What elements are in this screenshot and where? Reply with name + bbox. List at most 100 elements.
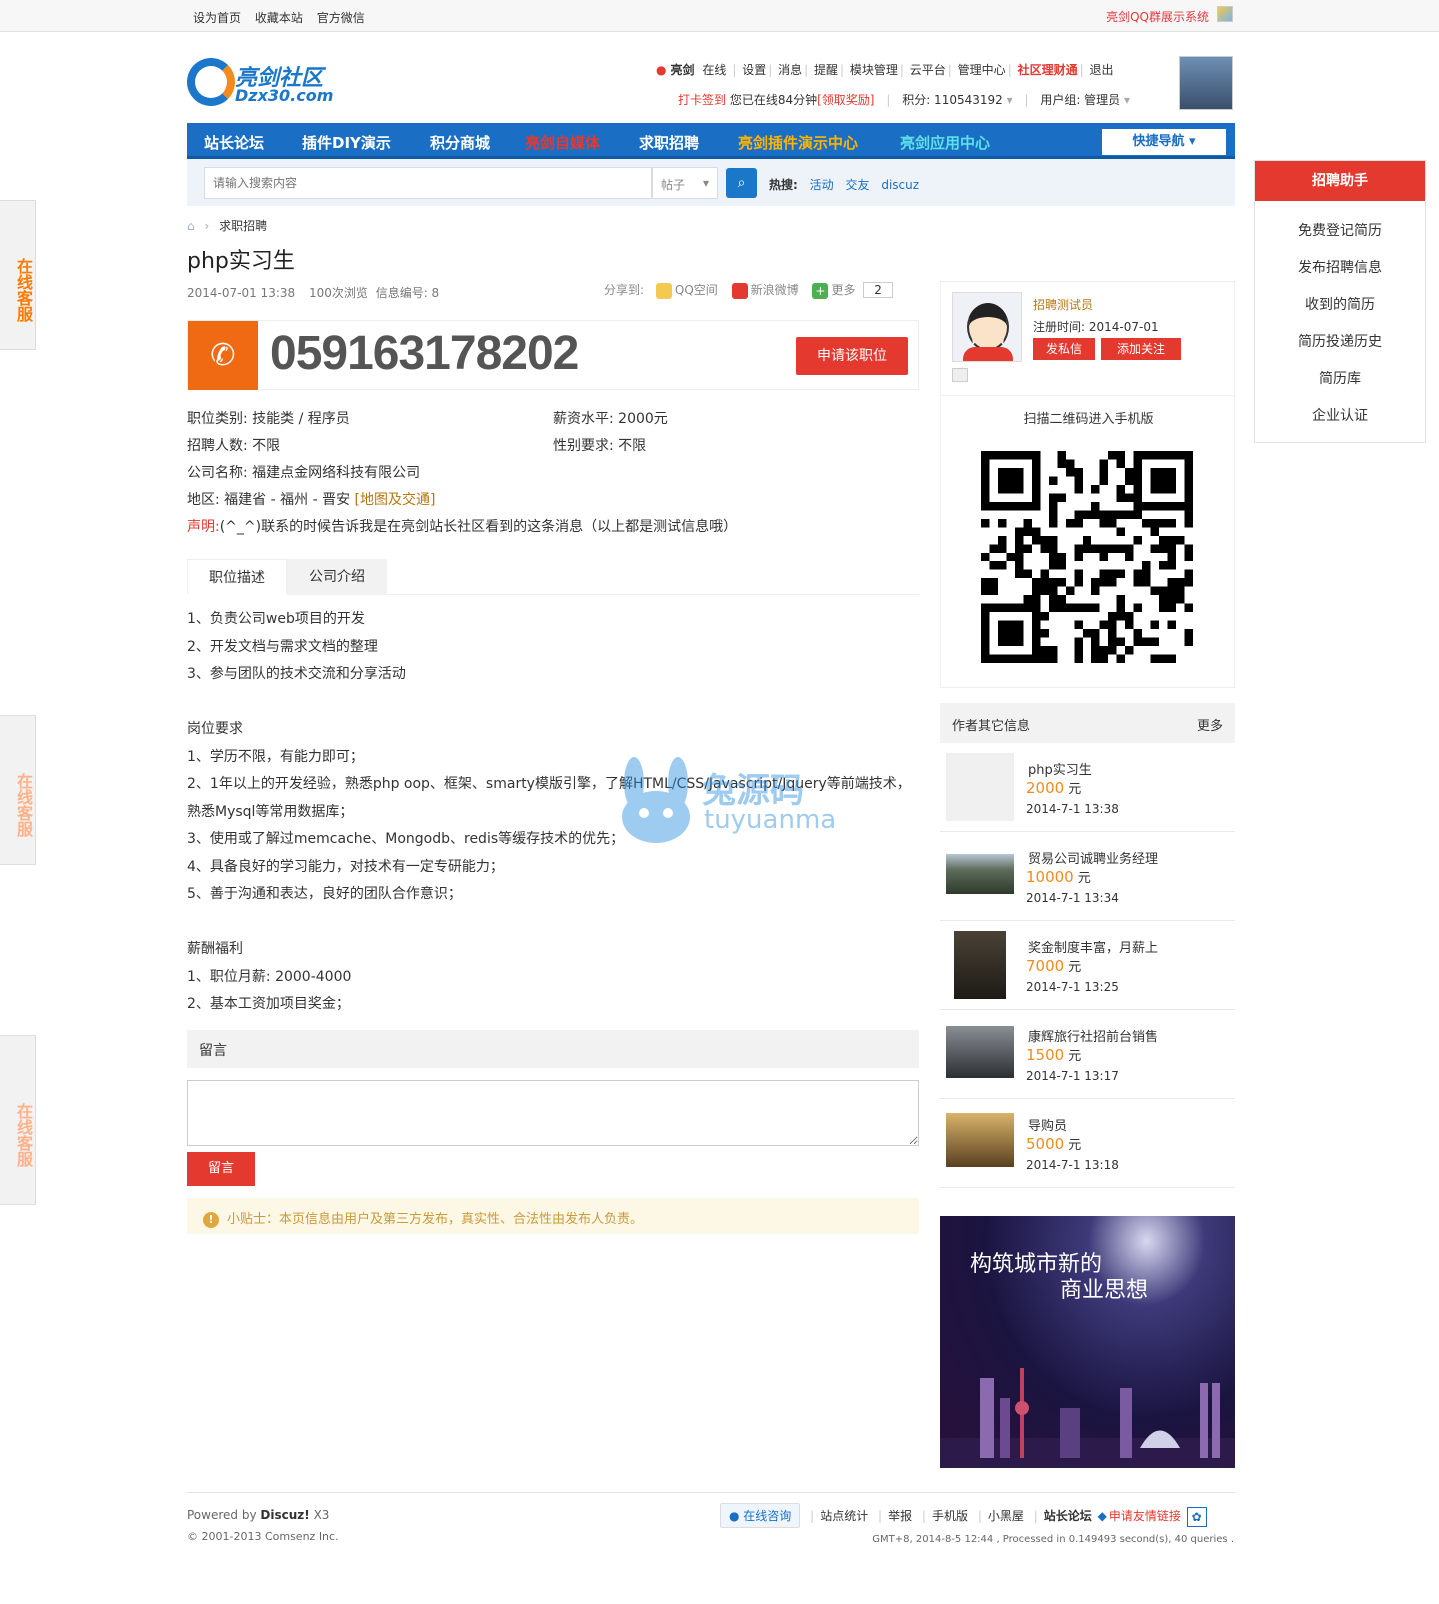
bookmark-link[interactable]: 收藏本站 (255, 11, 303, 25)
qzone-icon (655, 282, 672, 299)
breadcrumb: ⌂ › 求职招聘 (187, 217, 267, 234)
desc-line: 4、具备良好的学习能力，对技术有一定专研能力； (187, 858, 504, 875)
thumbnail (954, 931, 1006, 999)
post-meta: 2014-07-01 13:38 100次浏览 信息编号: 8 (187, 284, 439, 301)
discuz-link[interactable]: Discuz! (260, 1508, 309, 1522)
qq-group-icon[interactable] (1217, 6, 1233, 22)
footer-forum-link[interactable]: 站长论坛 (1044, 1509, 1092, 1523)
main-nav: 站长论坛 插件DIY演示 积分商城 亮剑自媒体 求职招聘 亮剑插件演示中心 亮剑… (187, 123, 1235, 159)
qr-code (981, 451, 1193, 663)
author-avatar[interactable] (952, 292, 1022, 362)
chevron-down-icon: ▾ (1002, 93, 1013, 107)
assistant-item[interactable]: 发布招聘信息 (1255, 250, 1425, 287)
share-weibo[interactable]: 新浪微博 (751, 283, 799, 297)
footer-link[interactable]: 手机版 (932, 1509, 968, 1523)
send-message-button[interactable]: 发私信 (1033, 338, 1095, 360)
username[interactable]: 亮剑 (670, 63, 694, 77)
map-link[interactable]: [地图及交通] (355, 492, 436, 508)
baidu-paw-icon[interactable]: ✿ (1186, 1506, 1207, 1527)
list-item[interactable]: 导购员 5000 元 2014-7-1 13:18 (940, 1099, 1235, 1188)
other-more-link[interactable]: 更多 (1197, 715, 1223, 734)
nav-item[interactable]: 插件DIY演示 (302, 132, 391, 153)
admin-center-link[interactable]: 管理中心 (958, 63, 1006, 77)
nav-item[interactable]: 站长论坛 (204, 132, 264, 153)
search-input[interactable] (204, 167, 652, 199)
checkin-link[interactable]: 打卡签到 (678, 93, 726, 107)
breadcrumb-current[interactable]: 求职招聘 (219, 219, 267, 233)
points-menu[interactable]: 积分: 110543192 (902, 93, 1003, 107)
list-item[interactable]: 奖金制度丰富，月薪上 7000 元 2014-7-1 13:25 (940, 921, 1235, 1010)
online-consult-button[interactable]: ● 在线咨询 (720, 1503, 801, 1528)
ad-banner[interactable]: 构筑城市新的 商业思想 (940, 1216, 1235, 1468)
list-item[interactable]: php实习生 2000 元 2014-7-1 13:38 (940, 743, 1235, 832)
comment-submit-button[interactable]: 留言 (187, 1152, 255, 1186)
usergroup-menu[interactable]: 用户组: 管理员 (1040, 93, 1120, 107)
friend-link-apply[interactable]: 申请友情链接 (1109, 1509, 1181, 1523)
cloud-platform-link[interactable]: 云平台 (910, 63, 946, 77)
footer-divider (187, 1492, 1235, 1493)
phone-box: ✆ 059163178202 申请该职位 (187, 320, 919, 390)
user-avatar[interactable] (1179, 56, 1233, 110)
desc-line (187, 909, 917, 937)
tip-text: 小贴士：本页信息由用户及第三方发布，真实性、合法性由发布人负责。 (227, 1212, 644, 1227)
caret-down-icon: ▾ (702, 176, 709, 190)
hot-search-link[interactable]: 交友 (845, 178, 869, 192)
assistant-item[interactable]: 企业认证 (1255, 398, 1425, 435)
set-homepage-link[interactable]: 设为首页 (193, 11, 241, 25)
module-manage-link[interactable]: 模块管理 (850, 63, 898, 77)
online-service-tab[interactable]: 在线客服 (0, 715, 36, 865)
assistant-item[interactable]: 免费登记简历 (1255, 213, 1425, 250)
claim-reward-link[interactable]: [领取奖励] (817, 93, 874, 107)
home-icon[interactable]: ⌂ (187, 219, 195, 233)
nav-item[interactable]: 亮剑应用中心 (900, 132, 990, 153)
messages-link[interactable]: 消息 (778, 63, 802, 77)
finance-link[interactable]: 社区理财通 (1018, 63, 1078, 77)
weibo-icon (731, 282, 748, 299)
chat-icon: ● (729, 1509, 744, 1523)
qq-group-link[interactable]: 亮剑QQ群展示系统 (1106, 8, 1209, 25)
hot-search-link[interactable]: discuz (881, 178, 919, 192)
logout-link[interactable]: 退出 (1089, 63, 1113, 77)
online-service-tab[interactable]: 在线客服 (0, 1035, 36, 1205)
info-number: 信息编号: 8 (375, 286, 440, 300)
search-button[interactable]: ⌕ (726, 168, 757, 198)
list-item[interactable]: 康辉旅行社招前台销售 1500 元 2014-7-1 13:17 (940, 1010, 1235, 1099)
search-icon: ⌕ (737, 175, 746, 191)
hot-search-link[interactable]: 活动 (810, 178, 834, 192)
assistant-item[interactable]: 简历库 (1255, 361, 1425, 398)
footer-link[interactable]: 举报 (888, 1509, 912, 1523)
nav-item[interactable]: 亮剑自媒体 (525, 132, 600, 153)
list-item[interactable]: 贸易公司诚聘业务经理 10000 元 2014-7-1 13:34 (940, 832, 1235, 921)
nav-item[interactable]: 求职招聘 (639, 132, 699, 153)
settings-link[interactable]: 设置 (742, 63, 766, 77)
comment-input[interactable] (187, 1080, 919, 1146)
share-more[interactable]: 更多 (831, 283, 855, 297)
view-count: 100次浏览 (308, 286, 368, 300)
desc-line (187, 689, 917, 717)
tab-company-intro[interactable]: 公司介绍 (287, 559, 387, 595)
assistant-item[interactable]: 简历投递历史 (1255, 324, 1425, 361)
online-time: 您已在线84分钟 (729, 93, 818, 107)
search-type-select[interactable]: 帖子 ▾ (652, 167, 718, 199)
follow-button[interactable]: 添加关注 (1101, 338, 1181, 360)
assistant-item[interactable]: 收到的简历 (1255, 287, 1425, 324)
author-name[interactable]: 招聘测试员 (1033, 296, 1093, 313)
tab-job-description[interactable]: 职位描述 (187, 559, 287, 595)
share-qzone[interactable]: QQ空间 (675, 283, 718, 297)
quick-nav-button[interactable]: 快捷导航 ▾ (1102, 129, 1226, 155)
apply-job-button[interactable]: 申请该职位 (796, 337, 908, 375)
footer-link[interactable]: 小黑屋 (988, 1509, 1024, 1523)
top-links: 设为首页 收藏本站 官方微信 (193, 9, 365, 26)
company-name: 公司名称: 福建点金网络科技有限公司 (187, 465, 421, 481)
desc-line: 岗位要求 (187, 721, 243, 737)
nav-item[interactable]: 亮剑插件演示中心 (738, 132, 858, 153)
wechat-link[interactable]: 官方微信 (317, 11, 365, 25)
notifications-link[interactable]: 提醒 (814, 63, 838, 77)
job-salary: 薪资水平: 2000元 (553, 411, 668, 427)
verified-icon (952, 368, 968, 382)
nav-item[interactable]: 积分商城 (430, 132, 490, 153)
online-service-tab[interactable]: 在线客服 (0, 200, 36, 350)
footer-link[interactable]: 站点统计 (820, 1509, 868, 1523)
hot-search: 热搜: 活动 交友 discuz (769, 178, 920, 192)
site-logo[interactable]: 亮剑社区 Dzx30.com (187, 52, 333, 108)
